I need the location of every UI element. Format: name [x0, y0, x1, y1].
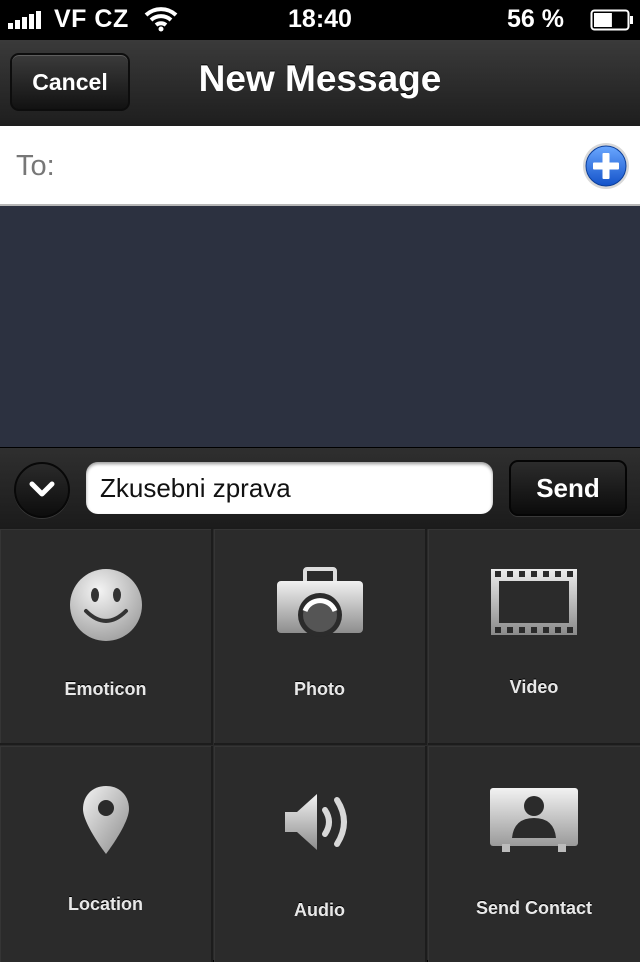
status-bar: VF CZ 18:40 56 %	[0, 0, 640, 40]
attach-audio-tile[interactable]: Audio	[214, 746, 427, 962]
attach-label: Emoticon	[64, 679, 147, 699]
to-label: To:	[16, 150, 55, 182]
page-title: New Message	[198, 58, 442, 99]
attach-label: Video	[509, 677, 559, 697]
send-button[interactable]: Send	[509, 460, 627, 516]
attach-contact-tile[interactable]: Send Contact	[428, 746, 640, 962]
attach-label: Location	[68, 894, 143, 914]
recipient-field[interactable]: To:	[0, 126, 640, 206]
film-icon	[491, 569, 577, 635]
battery-fill	[594, 13, 612, 27]
attach-label: Audio	[294, 900, 345, 920]
speaker-icon	[284, 794, 347, 850]
attach-location-tile[interactable]: Location	[0, 746, 213, 962]
battery-percent: 56 %	[507, 5, 564, 33]
chevron-down-icon	[29, 481, 55, 497]
attach-video-tile[interactable]: Video	[428, 529, 640, 745]
attach-emoticon-tile[interactable]: Emoticon	[0, 529, 213, 745]
camera-icon	[276, 567, 363, 637]
smiley-icon	[69, 569, 142, 641]
attach-label: Send Contact	[475, 898, 592, 918]
battery-icon	[590, 9, 633, 31]
contact-card-icon	[490, 788, 578, 852]
message-input[interactable]	[86, 462, 493, 514]
attach-photo-tile[interactable]: Photo	[214, 529, 427, 745]
attachment-grid: Emoticon Photo Video Location Audio Send…	[0, 529, 640, 962]
message-thread	[0, 206, 640, 447]
map-pin-icon	[82, 786, 129, 854]
navigation-bar: Cancel New Message	[0, 40, 640, 127]
add-recipient-button[interactable]	[582, 142, 630, 190]
compose-bar: Send	[0, 447, 640, 529]
collapse-attachments-button[interactable]	[14, 462, 70, 518]
attach-label: Photo	[294, 679, 345, 699]
